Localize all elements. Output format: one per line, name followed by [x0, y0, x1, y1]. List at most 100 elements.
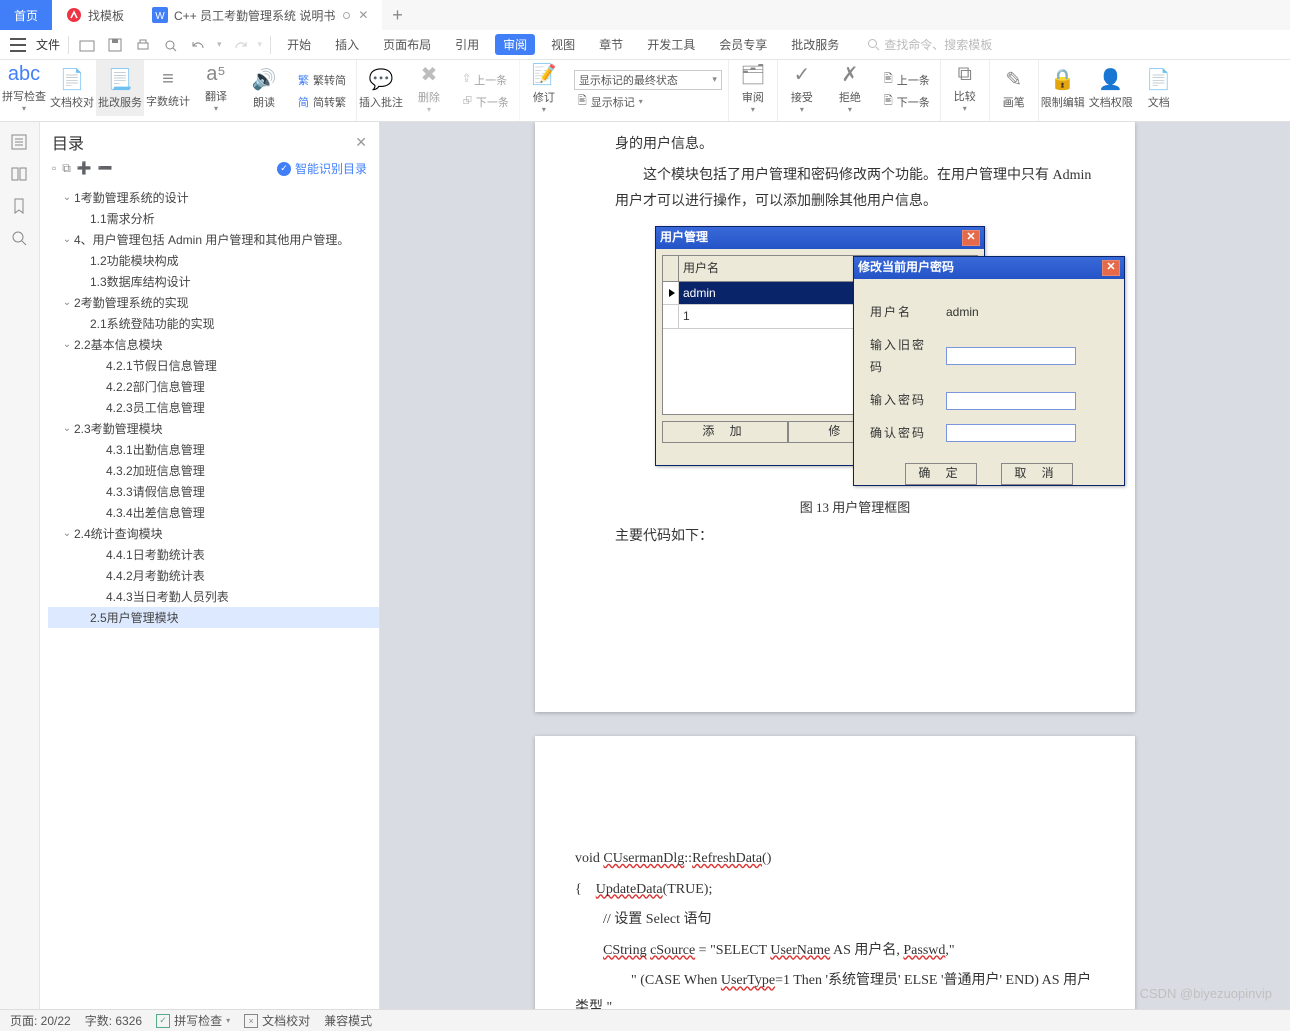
new-pwd-input[interactable]	[946, 392, 1076, 410]
ribbon-accept[interactable]: ✓接受▾	[778, 60, 826, 116]
status-proof[interactable]: ×文档校对	[244, 1012, 310, 1029]
ribbon-read[interactable]: 🔊朗读	[240, 60, 288, 116]
toc-item-3[interactable]: 1.2功能模块构成	[48, 250, 379, 271]
menu-tab-6[interactable]: 章节	[591, 30, 631, 59]
win1-close-icon[interactable]: ✕	[962, 230, 980, 246]
ribbon-spellcheck[interactable]: abc拼写检查▾	[0, 60, 48, 116]
ribbon-wordcount[interactable]: ≡字数统计	[144, 60, 192, 116]
ribbon-compare[interactable]: ⧉比较▾	[941, 60, 989, 116]
ribbon-pen[interactable]: ✎画笔	[990, 60, 1038, 116]
toc-smart-link[interactable]: ✓ 智能识别目录	[277, 160, 367, 177]
print-icon[interactable]	[133, 35, 153, 55]
old-pwd-input[interactable]	[946, 347, 1076, 365]
leftbar-thumbnail-icon[interactable]	[11, 166, 29, 184]
toc-item-6[interactable]: 2.1系统登陆功能的实现	[48, 313, 379, 334]
cancel-button[interactable]: 取 消	[1001, 463, 1073, 485]
ribbon-insert-comment[interactable]: 💬插入批注	[357, 60, 405, 116]
template-icon	[66, 7, 82, 23]
toc-item-14[interactable]: 4.3.3请假信息管理	[48, 481, 379, 502]
toc-item-15[interactable]: 4.3.4出差信息管理	[48, 502, 379, 523]
ribbon-docauth[interactable]: 📄文档	[1135, 60, 1183, 116]
grid-col-0	[663, 256, 679, 281]
toc-item-7[interactable]: ⌄2.2基本信息模块	[48, 334, 379, 355]
ribbon-track-state-select[interactable]: 显示标记的最终状态▾	[574, 70, 722, 90]
toc-expand-icon[interactable]: ⧉	[62, 161, 71, 176]
toc-item-18[interactable]: 4.4.2月考勤统计表	[48, 565, 379, 586]
new-tab-button[interactable]: +	[382, 0, 412, 30]
toc-plus-icon[interactable]: ➕	[77, 161, 92, 176]
ribbon-prev-comment[interactable]: ⮸ 上一条	[459, 70, 513, 90]
ribbon-delete-comment[interactable]: ✖删除▾	[405, 60, 453, 116]
tab-home[interactable]: 首页	[0, 0, 52, 30]
add-button[interactable]: 添 加	[662, 421, 788, 443]
menu-tab-7[interactable]: 开发工具	[639, 30, 703, 59]
toc-minus-icon[interactable]: ➖	[98, 161, 113, 176]
row-pointer-icon	[669, 289, 675, 297]
toc-item-13[interactable]: 4.3.2加班信息管理	[48, 460, 379, 481]
toc-item-16[interactable]: ⌄2.4统计查询模块	[48, 523, 379, 544]
ribbon-next-change[interactable]: 🖹 下一条	[880, 92, 934, 112]
confirm-pwd-input[interactable]	[946, 424, 1076, 442]
print-preview-icon[interactable]	[161, 35, 181, 55]
toc-item-8[interactable]: 4.2.1节假日信息管理	[48, 355, 379, 376]
menu-tab-2[interactable]: 页面布局	[375, 30, 439, 59]
toc-item-1[interactable]: 1.1需求分析	[48, 208, 379, 229]
toc-item-12[interactable]: 4.3.1出勤信息管理	[48, 439, 379, 460]
leftbar-search-icon[interactable]	[11, 230, 29, 248]
toc-item-19[interactable]: 4.4.3当日考勤人员列表	[48, 586, 379, 607]
toc-item-11[interactable]: ⌄2.3考勤管理模块	[48, 418, 379, 439]
ribbon-trad-simp-b[interactable]: 简简转繁	[294, 92, 350, 112]
toc-item-label: 1.2功能模块构成	[90, 252, 179, 269]
menu-tab-8[interactable]: 会员专享	[711, 30, 775, 59]
toc-item-20[interactable]: 2.5用户管理模块	[48, 607, 379, 628]
toc-collapse-icon[interactable]: ▫	[52, 161, 56, 176]
toc-item-2[interactable]: ⌄4、用户管理包括 Admin 用户管理和其他用户管理。	[48, 229, 379, 250]
command-search[interactable]: 查找命令、搜索模板	[867, 36, 992, 53]
redo-icon[interactable]	[230, 35, 250, 55]
open-icon[interactable]	[77, 35, 97, 55]
leftbar-bookmark-icon[interactable]	[11, 198, 29, 216]
menu-tab-9[interactable]: 批改服务	[783, 30, 847, 59]
undo-dropdown-icon[interactable]: ▾	[217, 39, 222, 50]
ribbon-review-pane[interactable]: 🗂审阅▾	[729, 60, 777, 116]
ribbon-docperm[interactable]: 👤文档权限	[1087, 60, 1135, 116]
menu-tab-1[interactable]: 插入	[327, 30, 367, 59]
toc-item-17[interactable]: 4.4.1日考勤统计表	[48, 544, 379, 565]
toc-item-5[interactable]: ⌄2考勤管理系统的实现	[48, 292, 379, 313]
ribbon-correction[interactable]: 📃批改服务	[96, 60, 144, 116]
ribbon-show-marks[interactable]: 🖹 显示标记 ▾	[574, 92, 722, 112]
close-tab-icon[interactable]: ✕	[358, 8, 368, 22]
ribbon-restrict[interactable]: 🔒限制编辑	[1039, 60, 1087, 116]
tab-template[interactable]: 找模板	[52, 0, 138, 30]
menu-icon[interactable]	[8, 35, 28, 55]
toc-list: ⌄1考勤管理系统的设计1.1需求分析⌄4、用户管理包括 Admin 用户管理和其…	[40, 183, 379, 1009]
tab-document[interactable]: W C++ 员工考勤管理系统 说明书 ✕	[138, 0, 382, 30]
ribbon-reject[interactable]: ✗拒绝▾	[826, 60, 874, 116]
redo-dropdown-icon[interactable]: ▾	[258, 39, 263, 50]
status-spell[interactable]: ✓拼写检查▾	[156, 1012, 230, 1029]
toc-item-9[interactable]: 4.2.2部门信息管理	[48, 376, 379, 397]
win2-close-icon[interactable]: ✕	[1102, 260, 1120, 276]
save-icon[interactable]	[105, 35, 125, 55]
menu-tab-0[interactable]: 开始	[279, 30, 319, 59]
ribbon-translate[interactable]: a⁵翻译▾	[192, 60, 240, 116]
menu-tab-5[interactable]: 视图	[543, 30, 583, 59]
status-words[interactable]: 字数: 6326	[85, 1012, 142, 1029]
menu-tab-3[interactable]: 引用	[447, 30, 487, 59]
toc-item-0[interactable]: ⌄1考勤管理系统的设计	[48, 187, 379, 208]
ribbon-doccompare[interactable]: 📄文档校对	[48, 60, 96, 116]
ribbon-trad-simp-a[interactable]: 繁繁转简	[294, 70, 350, 90]
undo-icon[interactable]	[189, 35, 209, 55]
ribbon-next-comment[interactable]: ⮺ 下一条	[459, 92, 513, 112]
chevron-down-icon: ⌄	[60, 234, 74, 245]
file-menu[interactable]: 文件	[36, 36, 60, 53]
toc-item-10[interactable]: 4.2.3员工信息管理	[48, 397, 379, 418]
toc-close-icon[interactable]: ✕	[355, 134, 367, 151]
ribbon-track[interactable]: 📝修订▾	[520, 60, 568, 116]
menu-tab-4[interactable]: 审阅	[495, 34, 535, 55]
ok-button[interactable]: 确 定	[905, 463, 977, 485]
status-page[interactable]: 页面: 20/22	[10, 1012, 71, 1029]
ribbon-prev-change[interactable]: 🖹 上一条	[880, 70, 934, 90]
toc-item-4[interactable]: 1.3数据库结构设计	[48, 271, 379, 292]
leftbar-outline-icon[interactable]	[11, 134, 29, 152]
